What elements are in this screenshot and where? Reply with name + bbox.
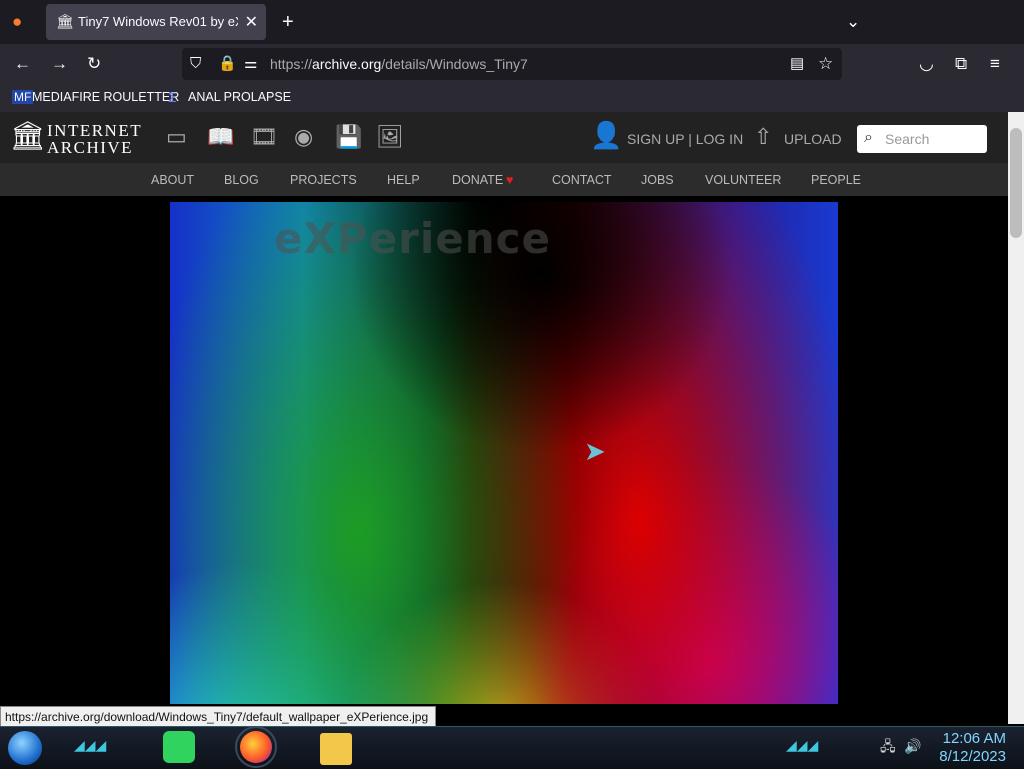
tab-bar: ● 🏛 Tiny7 Windows Rev01 by eXPerience ✕ … — [0, 0, 1024, 44]
menu-icon[interactable]: ≡ — [990, 55, 1000, 72]
link-status-bar: https://archive.org/download/Windows_Tin… — [0, 706, 436, 728]
nav-people[interactable]: PEOPLE — [811, 173, 861, 187]
tab-close-icon[interactable]: ✕ — [245, 12, 258, 32]
new-tab-icon[interactable]: + — [282, 12, 294, 32]
nav-blog[interactable]: BLOG — [224, 173, 259, 187]
start-orb-icon[interactable] — [8, 731, 42, 765]
archive-favicon-icon: 🏛 — [56, 13, 74, 29]
clock-date[interactable]: 8/12/2023 — [939, 748, 1006, 765]
permissions-icon[interactable]: ⚌ — [244, 56, 257, 71]
nav-about[interactable]: ABOUT — [151, 173, 194, 187]
firefox-taskbar-icon[interactable] — [235, 726, 277, 768]
taskbar: ◢◢◢ ◢◢◢ 🖧 🔊 12:06 AM 8/12/2023 — [0, 726, 1024, 769]
upload-icon[interactable]: ⇧ — [754, 126, 772, 148]
pocket-icon[interactable]: ◡ — [919, 55, 934, 72]
upload-link[interactable]: UPLOAD — [784, 131, 842, 147]
mediafire-bookmark-icon: MF — [12, 90, 34, 104]
texts-icon[interactable]: 📖 — [207, 126, 234, 148]
decor-arrows-icon: ◢◢◢ — [74, 737, 107, 753]
clock-time[interactable]: 12:06 AM — [943, 730, 1006, 747]
user-icon[interactable]: 👤 — [590, 122, 622, 148]
wallpaper-text: eXPerience — [274, 214, 552, 263]
wallpaper-image[interactable]: eXPerience — [170, 202, 838, 704]
bookmark-star-icon[interactable]: ☆ — [818, 55, 833, 72]
heart-icon: ♥ — [506, 173, 514, 187]
nav-volunteer[interactable]: VOLUNTEER — [705, 173, 781, 187]
url-text[interactable]: https://archive.org/details/Windows_Tiny… — [270, 56, 528, 72]
search-icon: ⌕ — [864, 129, 873, 146]
firefox-menu-icon[interactable]: ● — [12, 13, 22, 30]
nav-contact[interactable]: CONTACT — [552, 173, 612, 187]
notes-app-icon[interactable] — [163, 731, 195, 763]
status-url: https://archive.org/download/Windows_Tin… — [5, 710, 429, 724]
forward-icon[interactable]: → — [51, 55, 68, 72]
web-icon[interactable]: ▭ — [166, 126, 187, 148]
shield-icon[interactable]: ⛉ — [190, 56, 201, 71]
ia-logo[interactable]: 🏛 INTERNET ARCHIVE — [10, 120, 150, 157]
back-icon[interactable]: ← — [14, 55, 31, 72]
scrollbar-thumb[interactable] — [1010, 128, 1022, 238]
audio-icon[interactable]: ◉ — [294, 126, 313, 148]
list-tabs-icon[interactable]: ⌄ — [846, 13, 860, 30]
extensions-icon[interactable]: ⧉ — [955, 55, 967, 72]
url-host: archive.org — [312, 56, 382, 72]
url-bar[interactable]: ⛉ 🔒 ⚌ https://archive.org/details/Window… — [182, 48, 842, 80]
sign-in-link[interactable]: SIGN UP | LOG IN — [627, 131, 743, 147]
archive-logo-icon: 🏛 — [10, 120, 46, 151]
reload-icon[interactable]: ↻ — [87, 55, 101, 72]
ia-nav-bar: ABOUT BLOG PROJECTS HELP DONATE ♥ CONTAC… — [0, 163, 1008, 196]
search-box[interactable]: ⌕ Search — [857, 125, 987, 153]
volume-icon[interactable]: 🔊 — [904, 739, 921, 753]
file-explorer-icon[interactable] — [320, 733, 352, 765]
reader-view-icon[interactable]: ▤ — [790, 56, 804, 71]
url-path: /details/Windows_Tiny7 — [381, 56, 528, 72]
cursor-icon: ➤ — [584, 436, 606, 466]
tab-active[interactable]: 🏛 Tiny7 Windows Rev01 by eXPerience ✕ — [46, 4, 266, 40]
logo-line2: ARCHIVE — [47, 138, 134, 157]
software-icon[interactable]: 💾 — [335, 126, 362, 148]
nav-jobs[interactable]: JOBS — [641, 173, 674, 187]
network-icon[interactable]: 🖧 — [880, 739, 896, 753]
lock-icon[interactable]: 🔒 — [218, 56, 237, 71]
tab-title: Tiny7 Windows Rev01 by eXPerience — [78, 14, 238, 29]
video-icon[interactable]: 🎞 — [250, 126, 278, 148]
bookmark-icon: Σ — [168, 89, 177, 105]
decor-arrows-right-icon: ◢◢◢ — [786, 737, 819, 753]
ia-header: 🏛 INTERNET ARCHIVE ▭ 📖 🎞 ◉ 💾 🖼 👤 SIGN UP… — [0, 112, 1008, 163]
bookmark-second[interactable]: ANAL PROLAPSE — [188, 90, 291, 104]
nav-projects[interactable]: PROJECTS — [290, 173, 357, 187]
nav-help[interactable]: HELP — [387, 173, 420, 187]
images-icon[interactable]: 🖼 — [376, 126, 404, 148]
url-prefix: https:// — [270, 56, 313, 72]
bookmarks-bar: MF MEDIAFIRE ROULETTER Σ ANAL PROLAPSE — [0, 86, 1024, 113]
bookmark-mediafire[interactable]: MEDIAFIRE ROULETTER — [32, 90, 179, 104]
nav-donate[interactable]: DONATE — [452, 173, 503, 187]
search-placeholder: Search — [885, 131, 930, 147]
